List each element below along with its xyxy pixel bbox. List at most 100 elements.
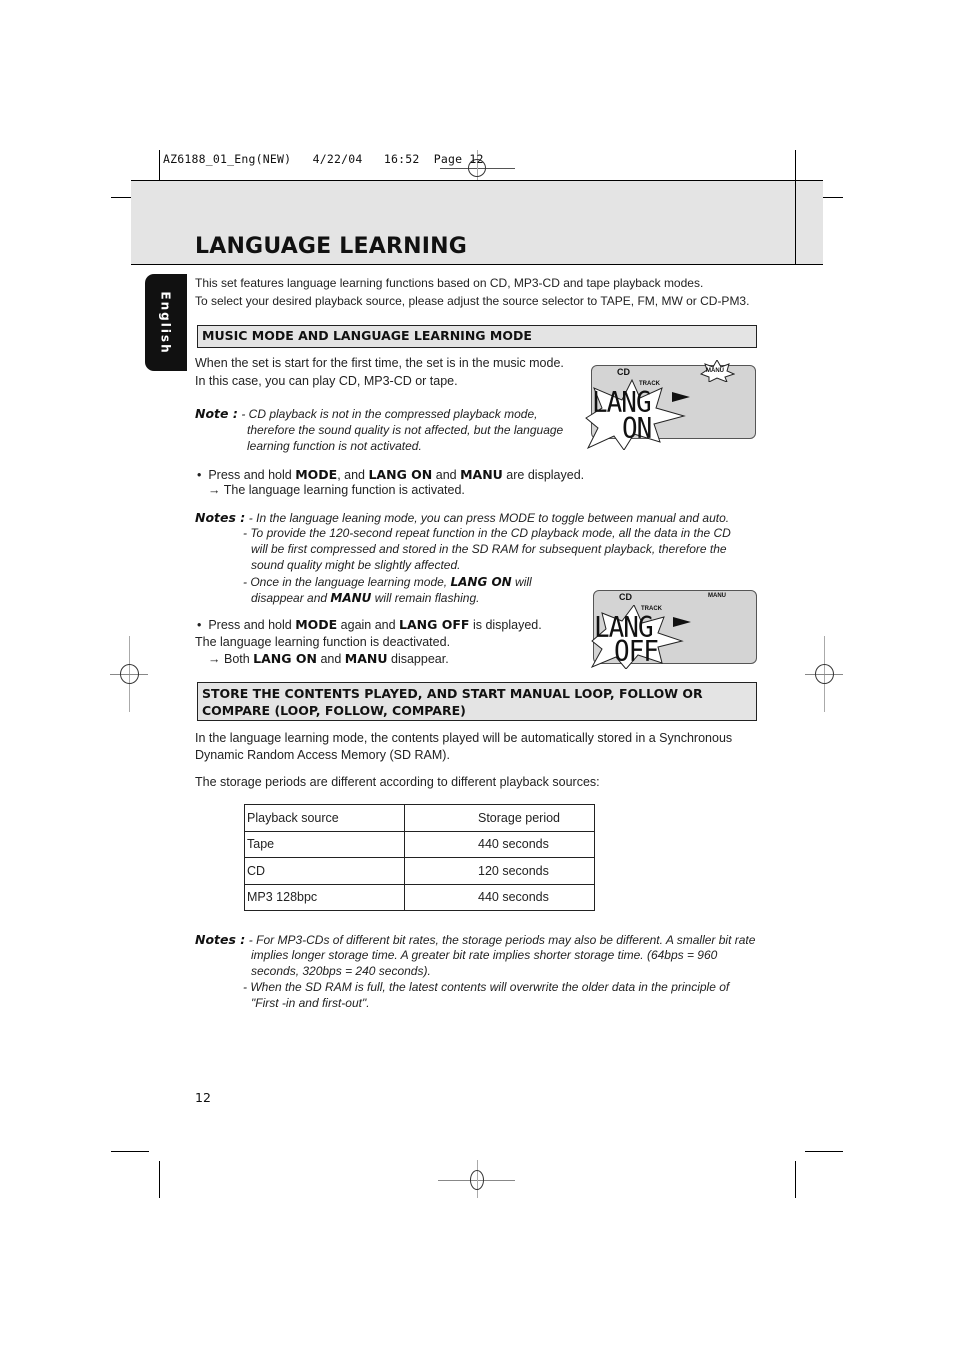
page-number: 12 xyxy=(195,1090,211,1105)
lcd-manu: MANU xyxy=(708,593,726,599)
keyword-lang-on: LANG ON xyxy=(368,467,433,482)
note-text: sound quality might be slightly affected… xyxy=(251,558,461,572)
table-header-cell: Storage period xyxy=(478,810,561,825)
note-text: disappear and MANU will remain flashing. xyxy=(251,591,479,605)
table-cell-source: Tape xyxy=(244,831,405,858)
arrow-right-icon: → xyxy=(208,483,221,497)
paragraph-line: Dynamic Random Access Memory (SD RAM). xyxy=(195,748,450,762)
note-text: will be first compressed and stored in t… xyxy=(251,542,727,556)
slug-time: 16:52 xyxy=(383,152,420,166)
keyword-lang-off: LANG OFF xyxy=(399,617,470,632)
lcd-manu: MANU xyxy=(706,368,724,374)
paragraph-line: The storage periods are different accord… xyxy=(195,775,600,789)
result-text: disappear. xyxy=(387,652,449,666)
crop-mark xyxy=(111,1151,149,1152)
registration-mark xyxy=(470,1170,484,1190)
intro-line-1: This set features language learning func… xyxy=(195,276,704,290)
bullet: • xyxy=(197,618,202,632)
paragraph-line: When the set is start for the first time… xyxy=(195,356,564,370)
table-header-cell: Playback source xyxy=(244,804,405,831)
result-text: Both xyxy=(223,652,254,666)
step-text: Press and hold xyxy=(208,618,296,632)
crop-mark xyxy=(795,1161,796,1198)
note-text: - Once in the language learning mode, LA… xyxy=(243,575,532,589)
table-cell-period: 440 seconds xyxy=(478,837,549,852)
crop-mark xyxy=(159,1161,160,1198)
note-text: - CD playback is not in the compressed p… xyxy=(241,407,538,421)
section-heading-music-mode: MUSIC MODE AND LANGUAGE LEARNING MODE xyxy=(197,325,757,348)
step-activate: • Press and hold MODE, and LANG ON and M… xyxy=(197,467,584,482)
intro-line-2: To select your desired playback source, … xyxy=(195,294,750,308)
note-text: therefore the sound quality is not affec… xyxy=(247,423,564,437)
note-text: disappear and xyxy=(251,591,331,605)
registration-mark xyxy=(120,664,139,684)
play-icon xyxy=(673,617,691,627)
note-text: learning function is not activated. xyxy=(247,439,422,453)
note-text: - When the SD RAM is full, the latest co… xyxy=(243,980,730,994)
lcd-source: CD xyxy=(619,592,632,602)
note-text: implies longer storage time. A greater b… xyxy=(251,948,718,962)
registration-mark xyxy=(815,664,834,684)
crop-mark xyxy=(795,180,796,265)
note-text: will remain flashing. xyxy=(371,591,480,605)
table-cell-period: 120 seconds xyxy=(478,863,549,878)
note-text: - To provide the 120-second repeat funct… xyxy=(243,526,731,540)
table-row: CD 120 seconds xyxy=(244,857,595,884)
storage-period-table: Playback source Storage period Tape 440 … xyxy=(244,804,595,911)
result-text: The language learning function is activa… xyxy=(223,483,465,497)
lcd-segment-line-2: ON xyxy=(622,412,652,446)
table-cell-source: CD xyxy=(244,857,405,884)
result-text: and xyxy=(316,652,345,666)
notes-label: Notes : xyxy=(195,510,246,525)
note-block: Note : - CD playback is not in the compr… xyxy=(195,406,537,421)
step-text: again and xyxy=(337,618,400,632)
table-cell-period: 440 seconds xyxy=(478,890,549,905)
section-heading-store-contents: STORE THE CONTENTS PLAYED, AND START MAN… xyxy=(197,682,757,721)
note-text: "First -in and first-out". xyxy=(251,996,370,1010)
step-text: is displayed. xyxy=(469,618,542,632)
bullet: • xyxy=(197,468,202,482)
lcd-source: CD xyxy=(617,367,630,377)
step-text: The language learning function is deacti… xyxy=(195,635,451,649)
note-text: - For MP3-CDs of different bit rates, th… xyxy=(248,933,756,947)
keyword-manu: MANU xyxy=(330,591,372,605)
language-tab-label: English xyxy=(159,290,173,355)
step-text: Press and hold xyxy=(208,468,296,482)
notes-block: Notes : - For MP3-CDs of different bit r… xyxy=(195,932,755,947)
note-text: will xyxy=(511,575,532,589)
keyword-manu: MANU xyxy=(460,467,503,482)
table-cell-source: MP3 128bpc xyxy=(244,884,405,911)
section-heading-text: STORE THE CONTENTS PLAYED, AND START MAN… xyxy=(202,686,703,701)
step-text: , and xyxy=(337,468,369,482)
table-row: MP3 128bpc 440 seconds xyxy=(244,884,595,911)
paragraph-line: In this case, you can play CD, MP3-CD or… xyxy=(195,374,458,388)
notes-block: Notes : - In the language leaning mode, … xyxy=(195,510,729,525)
note-text: - Once in the language learning mode, xyxy=(243,575,451,589)
arrow-right-icon: → xyxy=(208,652,221,666)
print-slug: AZ6188_01_Eng(NEW) 4/22/04 16:52 Page 12 xyxy=(163,152,484,166)
slug-date: 4/22/04 xyxy=(312,152,363,166)
note-label: Note : xyxy=(195,406,238,421)
notes-label: Notes : xyxy=(195,932,246,947)
step-text: and xyxy=(432,468,461,482)
step-text: are displayed. xyxy=(502,468,585,482)
table-row: Tape 440 seconds xyxy=(244,831,595,858)
paragraph-line: In the language learning mode, the conte… xyxy=(195,731,733,745)
keyword-lang-on: LANG ON xyxy=(450,575,512,589)
page-title: LANGUAGE LEARNING xyxy=(195,234,467,259)
crop-mark xyxy=(805,1151,843,1152)
section-heading-text: COMPARE (LOOP, FOLLOW, COMPARE) xyxy=(202,703,466,718)
section-heading-text: MUSIC MODE AND LANGUAGE LEARNING MODE xyxy=(202,328,532,343)
note-text: seconds, 320bps = 240 seconds). xyxy=(251,964,431,978)
keyword-mode: MODE xyxy=(295,467,338,482)
step-result: → Both LANG ON and MANU disappear. xyxy=(208,651,449,666)
keyword-lang-on: LANG ON xyxy=(253,651,317,666)
step-deactivate: • Press and hold MODE again and LANG OFF… xyxy=(197,617,542,632)
keyword-manu: MANU xyxy=(344,651,388,666)
slug-file: AZ6188_01_Eng(NEW) xyxy=(163,152,292,166)
play-icon xyxy=(672,392,690,402)
step-result: → The language learning function is acti… xyxy=(208,483,465,497)
lcd-segment-line-2: OFF xyxy=(614,635,659,669)
keyword-mode: MODE xyxy=(295,617,338,632)
slug-page: Page 12 xyxy=(433,152,484,166)
